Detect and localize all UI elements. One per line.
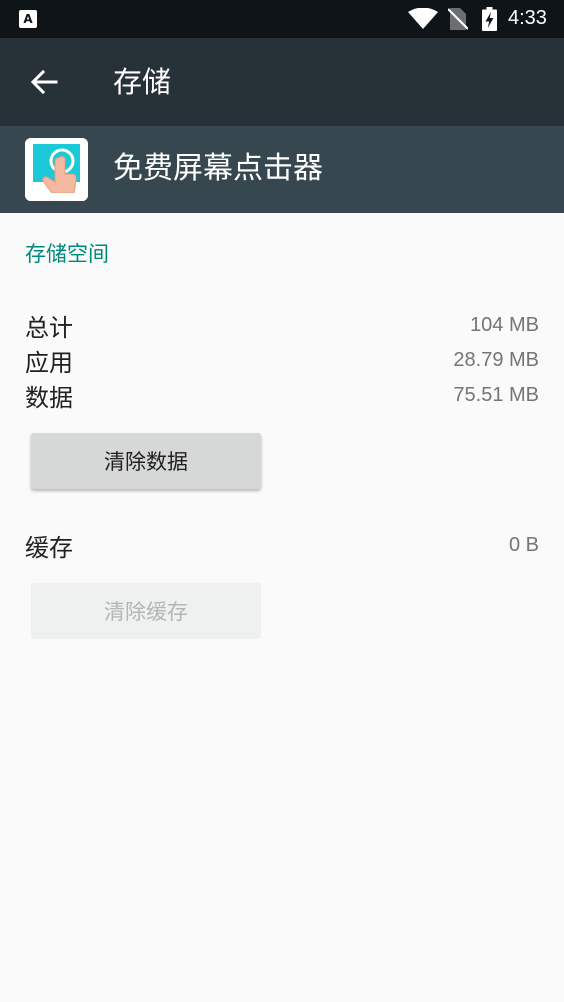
cache-value: 0 B	[508, 533, 539, 556]
arrow-left-icon	[30, 69, 58, 95]
status-bar: A 4:33	[0, 0, 564, 38]
storage-section-title: 存储空间	[25, 242, 109, 266]
clear-cache-button: 清除缓存	[31, 583, 261, 639]
app-size-value: 28.79 MB	[453, 348, 539, 371]
notification-a-icon: A	[19, 10, 37, 28]
page-title: 存储	[113, 65, 172, 99]
data-size-row: 数据 75.51 MB	[25, 378, 539, 412]
clear-data-button[interactable]: 清除数据	[31, 433, 261, 489]
status-time: 4:33	[508, 7, 547, 29]
tap-hand-app-icon	[25, 138, 88, 201]
wifi-icon	[408, 8, 438, 29]
back-button[interactable]	[24, 62, 64, 102]
app-bar: 存储	[0, 38, 564, 126]
no-sim-icon	[448, 8, 468, 30]
total-value: 104 MB	[470, 313, 539, 336]
cache-label: 缓存	[25, 533, 73, 562]
app-name: 免费屏幕点击器	[113, 151, 323, 186]
total-row: 总计 104 MB	[25, 308, 539, 342]
app-size-label: 应用	[25, 348, 73, 377]
app-size-row: 应用 28.79 MB	[25, 343, 539, 377]
data-size-value: 75.51 MB	[453, 383, 539, 406]
app-header: 免费屏幕点击器	[0, 126, 564, 213]
battery-charging-icon	[482, 7, 497, 31]
data-size-label: 数据	[25, 383, 73, 412]
cache-row: 缓存 0 B	[25, 528, 539, 562]
total-label: 总计	[25, 313, 73, 342]
